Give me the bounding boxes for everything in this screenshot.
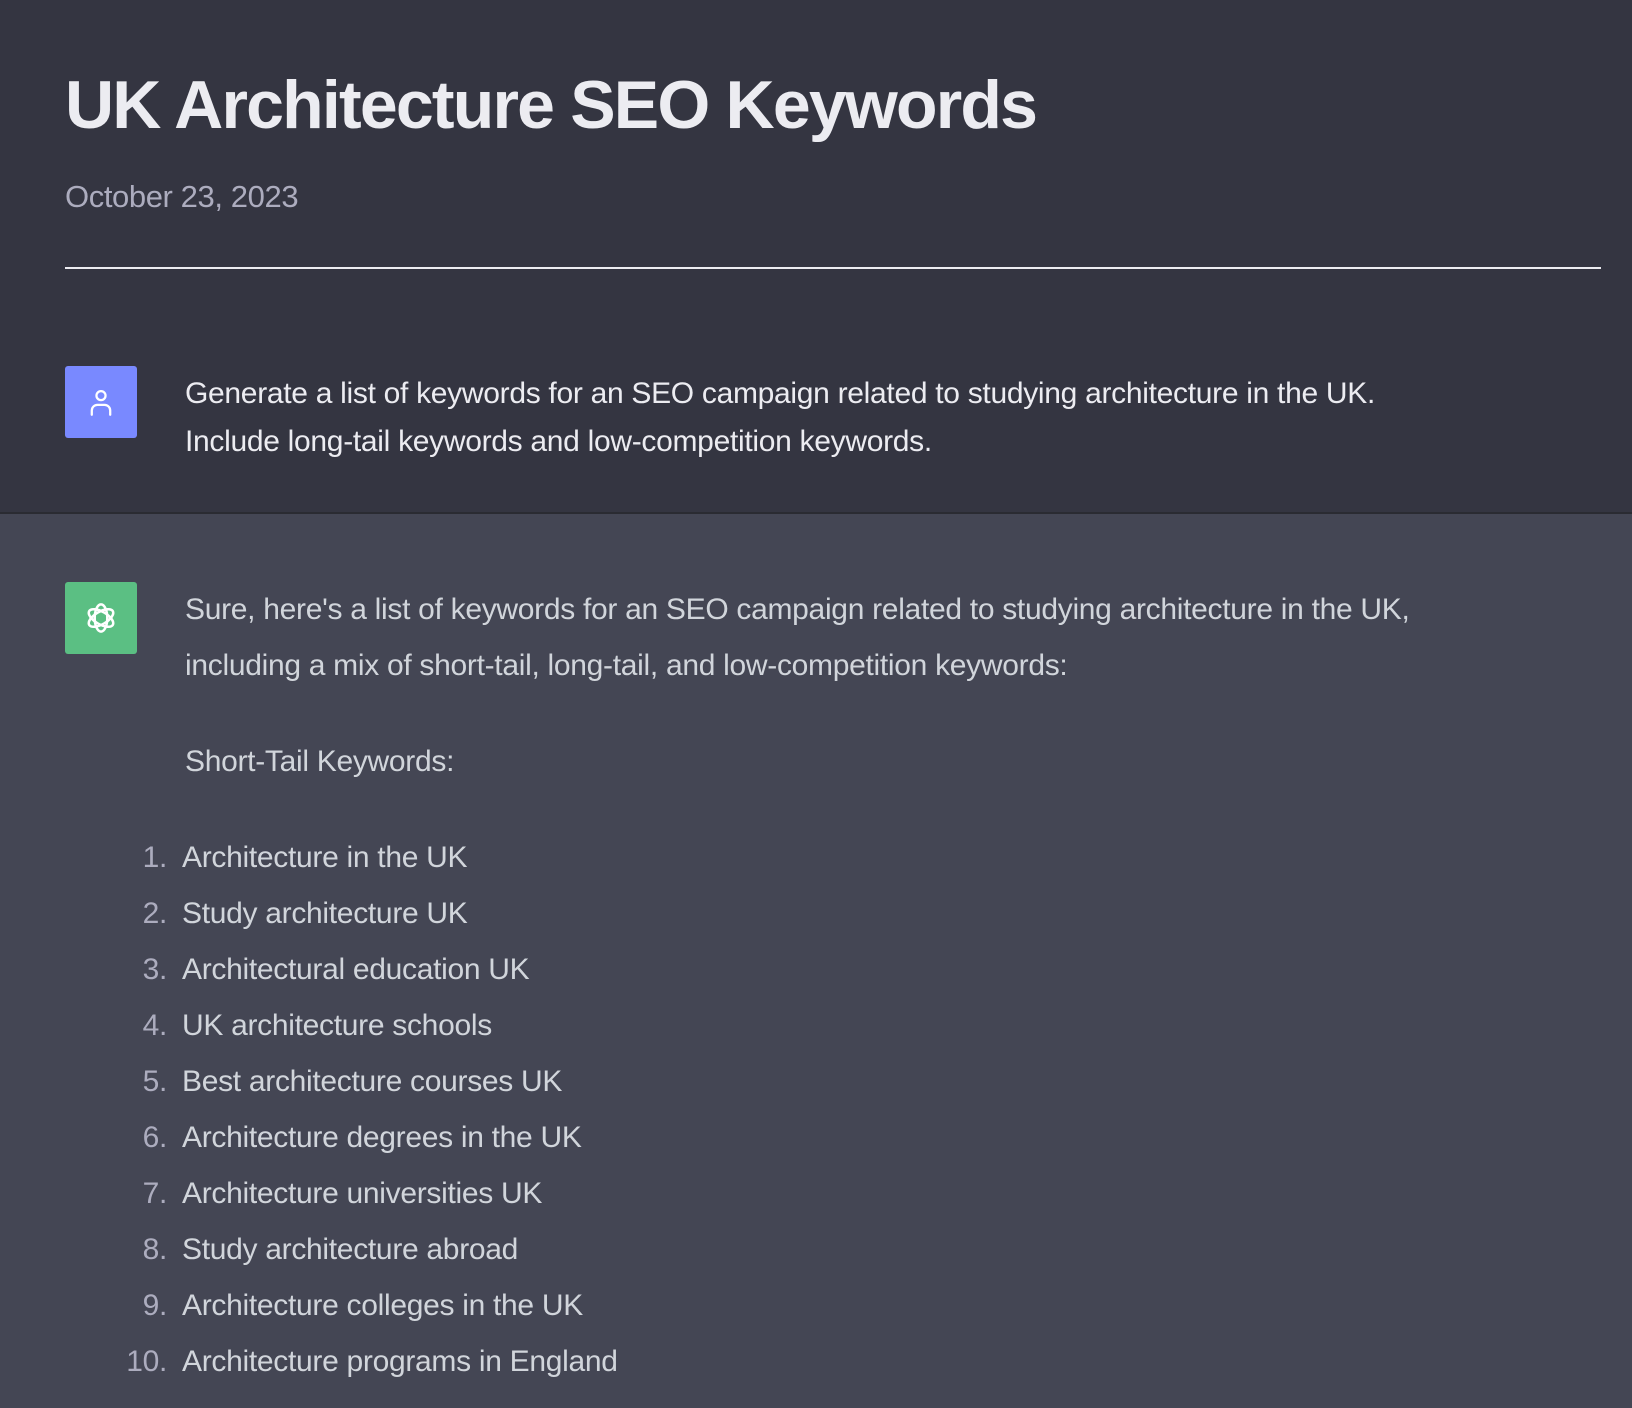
page-header: UK Architecture SEO Keywords October 23,… [0, 0, 1632, 346]
list-number: 9. [142, 1289, 168, 1322]
section-label-short-tail: Short-Tail Keywords: [185, 745, 455, 778]
user-message-text: Generate a list of keywords for an SEO c… [185, 370, 1485, 466]
list-item: 8. Study architecture abroad [0, 1222, 1290, 1278]
list-item: 3. Architectural education UK [0, 942, 1290, 998]
user-icon [90, 389, 112, 416]
keyword-text: Architecture degrees in the UK [182, 1121, 582, 1154]
openai-logo-icon [87, 603, 115, 633]
list-number: 2. [142, 897, 168, 930]
keyword-list: 1. Architecture in the UK 2. Study archite… [0, 830, 1290, 1390]
user-message-line: Generate a list of keywords for an SEO c… [185, 377, 1375, 410]
list-number: 6. [142, 1121, 168, 1154]
list-number: 5. [142, 1065, 168, 1098]
list-item: 7. Architecture universities UK [0, 1166, 1290, 1222]
list-item: 4. UK architecture schools [0, 998, 1290, 1054]
list-number: 4. [142, 1009, 168, 1042]
list-item: 1. Architecture in the UK [0, 830, 1290, 886]
keyword-text: Architectural education UK [182, 953, 530, 986]
assistant-message-text: Sure, here's a list of keywords for an S… [126, 582, 1475, 1390]
keyword-text: Study architecture abroad [182, 1233, 519, 1266]
list-number: 10. [126, 1345, 167, 1378]
list-item: 6. Architecture degrees in the UK [0, 1110, 1290, 1166]
assistant-message: Sure, here's a list of keywords for an S… [0, 514, 1632, 1408]
list-number: 1. [142, 841, 168, 874]
user-avatar [65, 366, 137, 438]
keyword-text: Study architecture UK [182, 897, 468, 930]
list-item: 9. Architecture colleges in the UK [0, 1278, 1290, 1334]
user-message-line: Include long-tail keywords and low-compe… [185, 425, 932, 458]
keyword-text: Architecture in the UK [182, 841, 468, 874]
user-message: Generate a list of keywords for an SEO c… [0, 346, 1632, 514]
assistant-intro: Sure, here's a list of keywords for an S… [185, 593, 1410, 682]
keyword-text: Best architecture courses UK [182, 1065, 563, 1098]
keyword-text: Architecture colleges in the UK [182, 1289, 583, 1322]
keyword-text: UK architecture schools [182, 1009, 492, 1042]
keyword-text: Architecture programs in England [182, 1345, 618, 1378]
page-title: UK Architecture SEO Keywords [65, 67, 1038, 143]
list-item: 2. Study architecture UK [0, 886, 1290, 942]
list-number: 7. [142, 1177, 168, 1210]
list-item: 10. Architecture programs in England [0, 1334, 1290, 1390]
header-divider [65, 267, 1601, 269]
keyword-text: Architecture universities UK [182, 1177, 543, 1210]
conversation-date: October 23, 2023 [65, 179, 299, 214]
list-number: 8. [142, 1233, 168, 1266]
list-item: 5. Best architecture courses UK [0, 1054, 1290, 1110]
list-number: 3. [142, 953, 168, 986]
assistant-avatar [65, 582, 137, 654]
